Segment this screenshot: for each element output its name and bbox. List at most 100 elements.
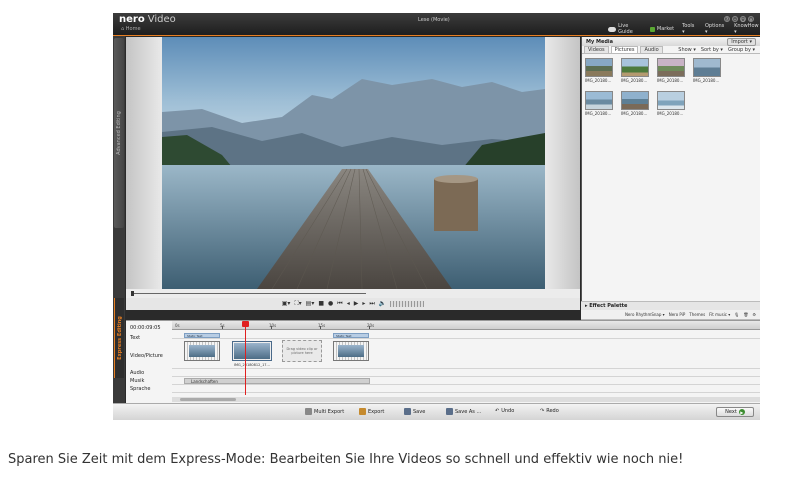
text-clip[interactable]: Static Text [184, 333, 220, 338]
market-label: Market [656, 26, 675, 32]
music-clip[interactable]: Landschaften [184, 378, 370, 384]
previous-frame-icon[interactable]: ⏮ [337, 301, 342, 307]
knowhow-menu[interactable]: KnowHow ▾ [734, 23, 760, 35]
playback-controls: ▣▾ ⛶▾ ▤▾ ■ ● ⏮ ◂ ▶ ▸ ⏭ 🔈 [126, 298, 580, 310]
video-clip[interactable] [184, 341, 220, 361]
timeline-ruler[interactable]: 0s 5s 10s 15s 20s [172, 321, 760, 330]
media-item[interactable]: IMG_20180... [693, 58, 724, 83]
thumbnail-image [621, 91, 649, 110]
market-button[interactable]: Market [649, 23, 675, 35]
save-as-button[interactable]: Save As ... [446, 408, 481, 415]
tab-videos[interactable]: Videos [584, 46, 609, 53]
preview-letterbox-left [126, 37, 162, 289]
microphone-icon[interactable]: 🎙 [734, 312, 739, 317]
multi-export-button[interactable]: Multi Export [305, 408, 344, 415]
toggle-icon [608, 26, 617, 32]
speech-track[interactable] [172, 385, 760, 393]
undo-label: Undo [501, 408, 515, 414]
volume-meter[interactable] [390, 301, 425, 307]
delete-icon[interactable]: 🗑 [743, 312, 748, 317]
maximize-icon[interactable]: □ [740, 16, 746, 22]
scrollbar-thumb[interactable] [180, 398, 236, 401]
volume-icon[interactable]: 🔈 [379, 301, 386, 307]
nero-video-window: nero Video ⌂ Home Lese (Movie) Live Guide… [113, 13, 760, 420]
next-button[interactable]: Next ▶ [716, 407, 754, 417]
save-button[interactable]: Save [404, 408, 425, 415]
media-item[interactable]: IMG_20180... [657, 58, 688, 83]
settings-icon[interactable]: ⚙ [752, 312, 756, 317]
group-by-dropdown[interactable]: Group by ▾ [728, 47, 755, 53]
media-item[interactable]: IMG_20180... [585, 91, 616, 116]
video-clip-selected[interactable] [232, 341, 272, 361]
themes-button[interactable]: Themes [689, 312, 705, 317]
fit-music-button[interactable]: Fit music ▾ [709, 312, 730, 317]
record-icon[interactable]: ● [328, 301, 333, 307]
next-frame-icon[interactable]: ⏭ [369, 301, 374, 307]
aspect-ratio-icon[interactable]: ▣▾ [282, 301, 291, 307]
bottom-toolbar: Multi Export Export Save Save As ... ↶ Un… [113, 403, 760, 420]
close-icon[interactable]: × [748, 16, 754, 22]
advanced-editing-tab[interactable]: Advanced Editing [114, 38, 124, 228]
ruler-mark [271, 326, 272, 329]
step-forward-icon[interactable]: ▸ [362, 301, 365, 307]
fullscreen-icon[interactable]: ⛶▾ [294, 301, 301, 307]
redo-button[interactable]: ↷ Redo [540, 408, 559, 414]
effect-palette-header[interactable]: ▸ Effect Palette [581, 301, 760, 310]
track-label-music: Musik [130, 378, 145, 384]
clip-thumbnail [234, 343, 270, 359]
title-accent-line [113, 35, 760, 36]
ruler-mark [222, 326, 223, 329]
track-label-speech: Sprache [130, 386, 151, 392]
stop-icon[interactable]: ■ [318, 301, 324, 307]
show-dropdown[interactable]: Show ▾ [678, 47, 696, 53]
media-item[interactable]: IMG_20180... [621, 91, 652, 116]
preview-image-lake-pier [162, 37, 545, 289]
effect-toolbar: Nero RhythmSnap ▾ Nero PiP Themes Fit mu… [581, 310, 760, 320]
track-label-text: Text [130, 335, 141, 341]
my-media-header: My Media Import ▾ [582, 37, 760, 46]
text-track[interactable] [172, 330, 760, 339]
live-guide-toggle[interactable]: Live Guide [608, 23, 642, 35]
timeline-scrollbar[interactable] [172, 397, 760, 402]
tab-pictures[interactable]: Pictures [610, 46, 639, 53]
redo-icon: ↷ [540, 408, 545, 414]
view-mode-icon[interactable]: ▤▾ [306, 301, 315, 307]
home-link[interactable]: ⌂ Home [121, 26, 141, 32]
step-back-icon[interactable]: ◂ [347, 301, 350, 307]
pip-button[interactable]: Nero PiP [669, 312, 686, 317]
audio-track[interactable] [172, 369, 760, 377]
playhead[interactable] [245, 325, 246, 395]
project-title: Lese (Movie) [418, 17, 450, 23]
media-item[interactable]: IMG_20180... [585, 58, 616, 83]
tools-menu[interactable]: Tools ▾ [682, 23, 697, 35]
play-icon[interactable]: ▶ [354, 301, 359, 307]
tab-audio[interactable]: Audio [640, 46, 663, 53]
media-item-caption: IMG_20180... [657, 111, 684, 116]
help-icon[interactable]: ? [724, 16, 730, 22]
express-editing-tab[interactable]: Express Editing [114, 298, 124, 378]
scrubber-handle[interactable] [131, 291, 134, 296]
express-editing-label: Express Editing [116, 316, 123, 360]
text-clip[interactable]: Static Text [333, 333, 369, 338]
export-button[interactable]: Export [359, 408, 384, 415]
import-button[interactable]: Import ▾ [727, 37, 756, 46]
preview-scrubber[interactable] [126, 289, 580, 298]
media-item[interactable]: IMG_20180... [621, 58, 652, 83]
live-guide-label: Live Guide [618, 23, 633, 35]
media-item-caption: IMG_20180... [693, 78, 720, 83]
rhythmsnap-button[interactable]: Nero RhythmSnap ▾ [625, 312, 665, 317]
clip-thumbnail [338, 345, 364, 357]
effect-palette-title: Effect Palette [589, 303, 628, 309]
video-clip[interactable] [333, 341, 369, 361]
thumbnail-image [693, 58, 721, 77]
media-item[interactable]: IMG_20180... [657, 91, 688, 116]
undo-button[interactable]: ↶ Undo [495, 408, 514, 414]
drop-zone[interactable]: Drag video clip or picture here [282, 340, 322, 362]
media-item-caption: IMG_20180... [585, 111, 612, 116]
options-menu[interactable]: Options ▾ [705, 23, 726, 35]
timeline-timecode: 00:00:09:05 [130, 325, 161, 331]
sort-by-dropdown[interactable]: Sort by ▾ [701, 47, 723, 53]
minimize-icon[interactable]: – [732, 16, 738, 22]
advanced-editing-label: Advanced Editing [116, 111, 122, 155]
save-icon [404, 408, 411, 415]
